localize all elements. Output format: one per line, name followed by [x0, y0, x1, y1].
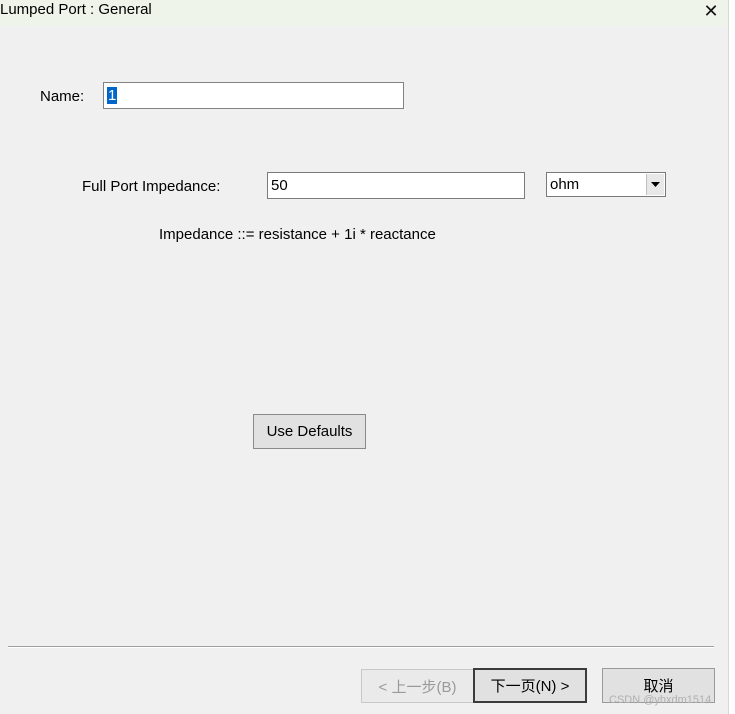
impedance-input[interactable]: 50	[267, 172, 525, 199]
chevron-down-icon[interactable]	[646, 174, 664, 195]
impedance-formula-text: Impedance ::= resistance + 1i * reactanc…	[159, 226, 436, 243]
window-title: Lumped Port : General	[0, 1, 152, 18]
name-input-value: 1	[107, 87, 118, 104]
name-input[interactable]: 1	[103, 82, 404, 109]
title-bar: Lumped Port : General ✕	[0, 0, 728, 26]
use-defaults-button[interactable]: Use Defaults	[253, 414, 366, 449]
footer-divider	[8, 646, 714, 648]
name-label: Name:	[40, 88, 85, 105]
impedance-input-value: 50	[271, 177, 288, 194]
close-icon: ✕	[703, 0, 719, 21]
close-button[interactable]: ✕	[694, 0, 728, 23]
back-button[interactable]: < 上一步(B)	[361, 669, 474, 703]
next-button[interactable]: 下一页(N) >	[473, 668, 587, 703]
unit-select-value: ohm	[550, 176, 580, 193]
impedance-label: Full Port Impedance:	[82, 178, 221, 195]
watermark-text: CSDN @yhxdm1514	[609, 694, 712, 706]
background-edge	[728, 0, 735, 714]
lumped-port-dialog: Lumped Port : General ✕ Name: 1 Full Por…	[0, 0, 728, 714]
impedance-unit-select[interactable]: ohm	[546, 172, 666, 197]
